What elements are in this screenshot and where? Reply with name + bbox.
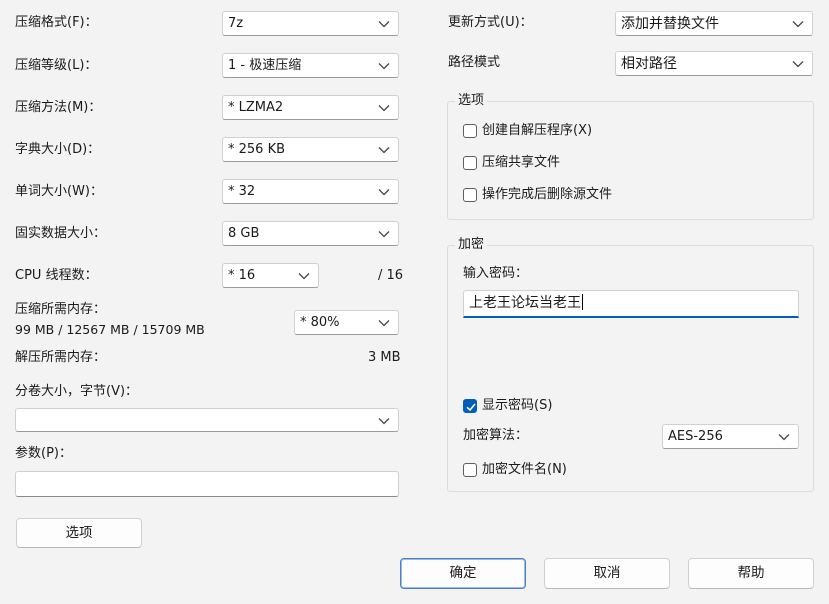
word-size-label: 单词大小(W)： bbox=[15, 184, 103, 199]
solid-block-size-value: 8 GB bbox=[228, 226, 260, 241]
checkbox-checked bbox=[463, 399, 477, 413]
chevron-down-icon bbox=[378, 146, 390, 154]
delete-after-compress-label: 操作完成后删除源文件 bbox=[482, 187, 613, 202]
memory-decompress-label: 解压所需内存： bbox=[15, 350, 107, 365]
parameters-input[interactable] bbox=[15, 471, 399, 497]
chevron-down-icon bbox=[378, 230, 390, 238]
compress-method-label: 压缩方法(M)： bbox=[15, 100, 102, 115]
text-caret bbox=[582, 294, 583, 310]
word-size-value: * 32 bbox=[228, 184, 256, 199]
checkmark-icon bbox=[465, 401, 477, 413]
options-group-title: 选项 bbox=[455, 93, 488, 109]
chevron-down-icon bbox=[378, 188, 390, 196]
update-mode-select[interactable]: 添加并替换文件 bbox=[615, 11, 813, 36]
path-mode-value: 相对路径 bbox=[621, 56, 677, 72]
cancel-button[interactable]: 取消 bbox=[544, 558, 670, 589]
chevron-down-icon bbox=[378, 417, 390, 425]
split-volume-label: 分卷大小，字节(V)： bbox=[15, 384, 139, 399]
memory-compress-label: 压缩所需内存： bbox=[15, 302, 107, 317]
parameters-label: 参数(P)： bbox=[15, 446, 72, 461]
chevron-down-icon bbox=[792, 20, 804, 28]
encryption-group-title: 加密 bbox=[455, 237, 488, 253]
path-mode-label: 路径模式 bbox=[448, 55, 501, 70]
show-password-label: 显示密码(S) bbox=[482, 398, 553, 413]
checkbox-box bbox=[463, 463, 477, 477]
chevron-down-icon bbox=[378, 20, 390, 28]
cpu-threads-select[interactable]: * 16 bbox=[222, 263, 319, 288]
encryption-method-label: 加密算法： bbox=[463, 428, 529, 443]
password-value: 上老王论坛当老王 bbox=[469, 295, 581, 311]
chevron-down-icon bbox=[378, 62, 390, 70]
chevron-down-icon bbox=[298, 272, 310, 280]
word-size-select[interactable]: * 32 bbox=[222, 179, 399, 204]
checkbox-box bbox=[463, 124, 477, 138]
split-volume-combobox[interactable] bbox=[15, 408, 399, 432]
cpu-threads-label: CPU 线程数： bbox=[15, 268, 98, 283]
compress-method-select[interactable]: * LZMA2 bbox=[222, 95, 399, 120]
chevron-down-icon bbox=[792, 60, 804, 68]
compress-format-value: 7z bbox=[228, 16, 244, 31]
solid-block-size-select[interactable]: 8 GB bbox=[222, 221, 399, 246]
dictionary-size-label: 字典大小(D)： bbox=[15, 142, 101, 157]
cpu-threads-value: * 16 bbox=[228, 268, 256, 283]
path-mode-select[interactable]: 相对路径 bbox=[615, 51, 813, 76]
solid-block-size-label: 固实数据大小： bbox=[15, 226, 107, 241]
memory-usage-value: * 80% bbox=[300, 315, 340, 330]
encryption-method-value: AES-256 bbox=[668, 429, 723, 444]
compress-level-value: 1 - 极速压缩 bbox=[228, 58, 302, 73]
password-label: 输入密码： bbox=[463, 266, 529, 281]
update-mode-value: 添加并替换文件 bbox=[621, 16, 719, 32]
compress-shared-files-label: 压缩共享文件 bbox=[482, 155, 561, 170]
chevron-down-icon bbox=[378, 319, 390, 327]
ok-button[interactable]: 确定 bbox=[400, 558, 526, 589]
compress-format-label: 压缩格式(F)： bbox=[15, 15, 98, 30]
compress-method-value: * LZMA2 bbox=[228, 100, 284, 115]
create-sfx-label: 创建自解压程序(X) bbox=[482, 123, 593, 138]
encryption-method-select[interactable]: AES-256 bbox=[662, 424, 799, 449]
compress-format-select[interactable]: 7z bbox=[222, 11, 399, 36]
help-button[interactable]: 帮助 bbox=[688, 558, 814, 589]
memory-compress-detail: 99 MB / 12567 MB / 15709 MB bbox=[15, 322, 205, 337]
memory-decompress-value: 3 MB bbox=[368, 350, 401, 365]
update-mode-label: 更新方式(U)： bbox=[448, 15, 533, 30]
dictionary-size-value: * 256 KB bbox=[228, 142, 286, 157]
cpu-threads-max: / 16 bbox=[378, 268, 404, 283]
checkbox-box bbox=[463, 156, 477, 170]
chevron-down-icon bbox=[778, 433, 790, 441]
encrypt-filenames-label: 加密文件名(N) bbox=[482, 462, 567, 477]
chevron-down-icon bbox=[378, 104, 390, 112]
options-button[interactable]: 选项 bbox=[16, 518, 142, 548]
compress-level-label: 压缩等级(L)： bbox=[15, 58, 98, 73]
password-input[interactable]: 上老王论坛当老王 bbox=[463, 290, 799, 318]
dictionary-size-select[interactable]: * 256 KB bbox=[222, 137, 399, 162]
memory-usage-select[interactable]: * 80% bbox=[294, 310, 399, 335]
compress-level-select[interactable]: 1 - 极速压缩 bbox=[222, 53, 399, 78]
checkbox-box bbox=[463, 188, 477, 202]
